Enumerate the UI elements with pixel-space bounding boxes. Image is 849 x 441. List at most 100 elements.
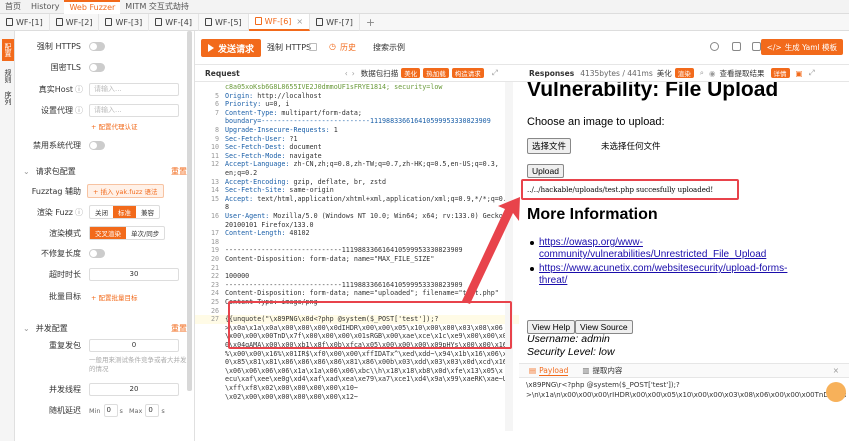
- payload-icon: ▤: [529, 366, 537, 375]
- no-file-text: 未选择任何文件: [601, 141, 661, 151]
- wf-tab-6[interactable]: WF-[6] ×: [248, 13, 311, 31]
- line-text: 1: [329, 126, 338, 134]
- export-icon[interactable]: [752, 42, 761, 51]
- response-render-tag[interactable]: 渲染: [674, 68, 694, 78]
- request-config-section[interactable]: ⌄ 请求包配置 重置: [15, 166, 195, 177]
- top-tab-webfuzzer[interactable]: Web Fuzzer: [64, 0, 121, 14]
- rail-rules[interactable]: 规则: [3, 69, 13, 83]
- line-number: 21: [210, 263, 219, 272]
- payload-tab[interactable]: Payload: [539, 366, 569, 376]
- request-scrollbar[interactable]: [505, 82, 513, 431]
- history-button[interactable]: 历史: [340, 42, 356, 53]
- next-arrow-icon[interactable]: ›: [352, 69, 355, 78]
- delay-min-input[interactable]: 0: [103, 404, 118, 417]
- rail-sequence[interactable]: 序列: [3, 91, 13, 105]
- batch-target-link[interactable]: + 配置批量目标: [91, 292, 138, 302]
- delay-min-label: Min: [89, 406, 101, 415]
- concurrency-section[interactable]: ⌄ 并发配置 重置: [15, 323, 195, 334]
- real-host-input[interactable]: 请输入...: [89, 83, 179, 96]
- delay-max-input[interactable]: 0: [145, 404, 160, 417]
- chevron-down-icon: ⌄: [23, 167, 30, 176]
- render-compat[interactable]: 兼容: [136, 206, 159, 218]
- wf-tab-2[interactable]: WF-[2]: [50, 13, 100, 31]
- chrome-icon[interactable]: ◉: [709, 69, 716, 78]
- line-text: ecu\xaf\xee\xe0g\xd4\xaf\xad\xea\xe79\xa…: [225, 375, 507, 384]
- proxy-input[interactable]: 请输入...: [89, 104, 179, 117]
- owasp-link[interactable]: https://owasp.org/www-community/vulnerab…: [529, 237, 766, 261]
- expand-icon[interactable]: ⤢: [809, 68, 815, 78]
- share-icon[interactable]: [710, 42, 719, 51]
- insert-fuzztag-button[interactable]: + 插入 yak.fuzz 语法: [87, 184, 164, 198]
- copy-icon[interactable]: [732, 42, 741, 51]
- threads-input[interactable]: 20: [89, 383, 179, 396]
- render-mode-single[interactable]: 单次/同步: [126, 227, 164, 239]
- render-mode-cross[interactable]: 交叉渲染: [90, 227, 126, 239]
- hot-reload-tag[interactable]: 热加载: [423, 68, 449, 78]
- reset-concurrency[interactable]: 重置: [171, 323, 187, 334]
- request-editor[interactable]: c8a05xoKsb6G8L8655IVE2J0dmmoUF1sFRYE1814…: [195, 82, 519, 431]
- render-fuzz-switch: 关闭 标准 兼容: [89, 205, 160, 219]
- wf-tab-1[interactable]: WF-[1]: [0, 13, 50, 31]
- line-text: text/html,application/xhtml+xml,applicat…: [253, 194, 507, 203]
- generate-yaml-button[interactable]: </> 生成 Yaml 模板: [760, 39, 843, 55]
- gm-tls-toggle[interactable]: [89, 63, 105, 72]
- wf-tab-4[interactable]: WF-[4]: [149, 13, 199, 31]
- history-icon[interactable]: ◷: [329, 42, 336, 51]
- close-icon[interactable]: ×: [296, 17, 303, 26]
- header-key: Content-Type:: [225, 108, 278, 117]
- view-source-button[interactable]: View Source: [575, 320, 633, 334]
- request-line: 8 Upgrade-Insecure-Requests: 1: [195, 126, 519, 135]
- chevron-down-icon: ⌄: [23, 324, 30, 333]
- request-line: boundary=---------------------------1119…: [195, 117, 519, 126]
- mascot-icon[interactable]: [826, 382, 846, 402]
- request-line: 13 Accept-Encoding: gzip, deflate, br, zs…: [195, 178, 519, 187]
- add-tab-button[interactable]: +: [360, 16, 381, 29]
- render-off[interactable]: 关闭: [90, 206, 113, 218]
- render-standard[interactable]: 标准: [113, 206, 136, 218]
- top-tab-history[interactable]: History: [26, 0, 64, 14]
- choose-file-button[interactable]: 选择文件: [527, 138, 572, 154]
- detail-tag[interactable]: 详情: [770, 68, 790, 78]
- no-fix-length-toggle[interactable]: [89, 249, 105, 258]
- wf-tab-3[interactable]: WF-[3]: [99, 13, 150, 31]
- line-number: 19: [210, 246, 219, 255]
- proxy-auth-link[interactable]: + 配置代理认证: [91, 121, 138, 131]
- toolbar-force-https-checkbox[interactable]: [309, 42, 317, 51]
- timeout-input[interactable]: 30: [89, 268, 179, 281]
- view-help-button[interactable]: View Help: [527, 320, 576, 334]
- line-text: %\x00\x00\x16%\x01IR$\xf0\x00\x00\xffIDA…: [225, 349, 511, 358]
- line-text: document: [285, 143, 322, 152]
- force-https-toggle[interactable]: [89, 42, 105, 51]
- line-text: ?1: [285, 134, 298, 143]
- line-text: 20100101 Firefox/133.0: [225, 220, 314, 229]
- extract-tab[interactable]: 提取内容: [592, 365, 622, 376]
- upload-button[interactable]: Upload: [527, 164, 564, 178]
- send-request-button[interactable]: 发送请求: [201, 39, 262, 57]
- top-tab-mitm[interactable]: MITM 交互式劫持: [120, 0, 194, 14]
- pin-icon[interactable]: ▣: [796, 69, 803, 78]
- line-text: http://localhost: [253, 91, 322, 100]
- wf-tab-7[interactable]: WF-[7]: [310, 13, 360, 31]
- request-line: 0\x85\x81\x81\x86\x86\x86\x86\x81\x86\x0…: [195, 358, 519, 367]
- example-button[interactable]: 搜索示例: [373, 42, 405, 53]
- wf-tab-5[interactable]: WF-[5]: [199, 13, 249, 31]
- beautify-tag[interactable]: 美化: [401, 68, 421, 78]
- prev-arrow-icon[interactable]: ‹: [345, 69, 348, 78]
- rail-config[interactable]: 配置: [2, 39, 14, 61]
- config-scrollbar[interactable]: [187, 31, 192, 391]
- expand-icon[interactable]: ⤢: [492, 68, 498, 78]
- packet-scan-button[interactable]: 数据包扫描: [361, 68, 399, 79]
- extract-icon: ▥: [582, 366, 590, 375]
- left-rail: 配置 规则 序列: [0, 31, 15, 441]
- build-request-tag[interactable]: 构造请求: [451, 68, 484, 78]
- resend-input[interactable]: 0: [89, 339, 179, 352]
- close-icon[interactable]: ×: [833, 366, 839, 375]
- view-extract-button[interactable]: 查看提取结果: [720, 68, 765, 79]
- reset-request-config[interactable]: 重置: [171, 166, 187, 177]
- top-tab-home[interactable]: 首页: [0, 0, 26, 14]
- acunetix-link[interactable]: https://www.acunetix.com/websitesecurity…: [529, 263, 787, 287]
- response-beautify[interactable]: 美化: [657, 68, 672, 79]
- line-text: navigate: [285, 151, 322, 160]
- search-icon[interactable]: ⌕: [700, 68, 704, 78]
- disable-proxy-toggle[interactable]: [89, 141, 105, 150]
